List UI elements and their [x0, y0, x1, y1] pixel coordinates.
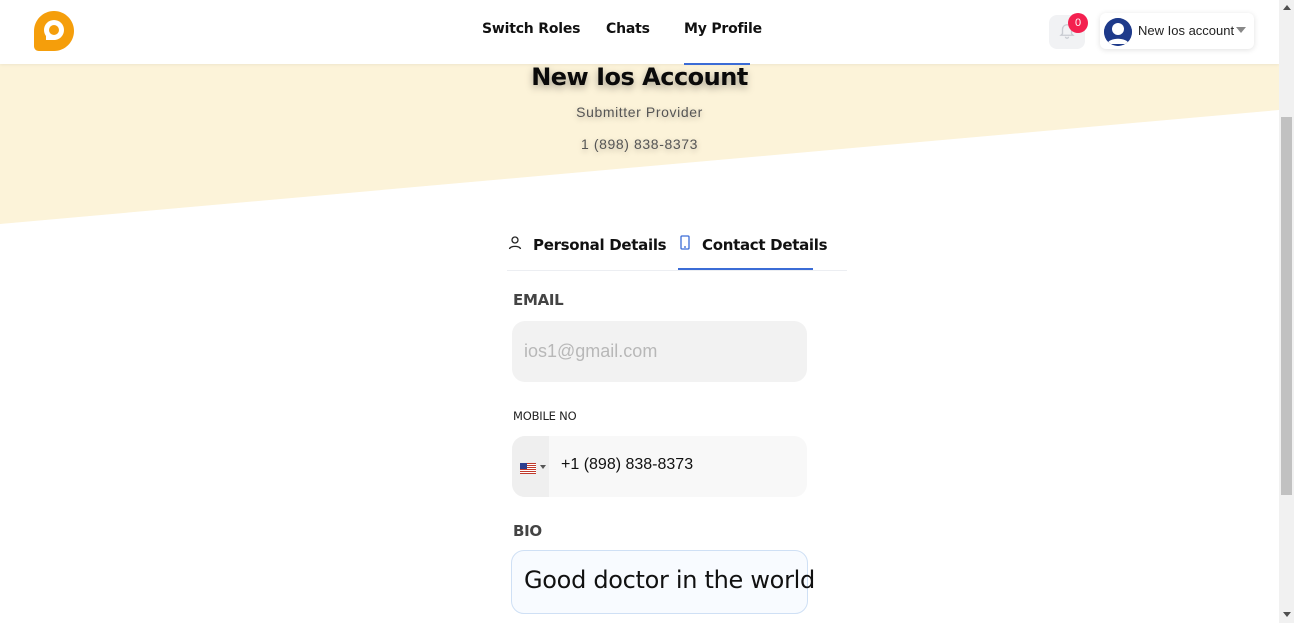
vertical-scrollbar[interactable] — [1279, 0, 1294, 623]
mobile-phone-icon — [678, 235, 692, 256]
nav-switch-roles[interactable]: Switch Roles — [482, 21, 580, 37]
chevron-down-icon — [1236, 27, 1246, 33]
bio-field[interactable]: Good doctor in the world — [511, 550, 815, 614]
mobile-label: MOBILE NO — [513, 409, 577, 423]
nav-my-profile[interactable]: My Profile — [684, 21, 762, 37]
bio-label: BIO — [513, 522, 542, 540]
tab-personal-details[interactable]: Personal Details — [507, 235, 667, 270]
page: New Ios Account Submitter Provider 1 (89… — [0, 0, 1279, 623]
nav-chats[interactable]: Chats — [606, 21, 650, 37]
profile-role: Submitter Provider — [576, 104, 703, 120]
mobile-number-value[interactable]: +1 (898) 838-8373 — [561, 456, 693, 474]
scroll-up-arrow-icon[interactable] — [1283, 5, 1291, 10]
user-outline-icon — [507, 235, 523, 256]
top-navbar: Switch Roles Chats My Profile 0 New Ios … — [0, 0, 1279, 64]
user-avatar-icon — [1104, 18, 1132, 46]
notification-count-badge: 0 — [1068, 13, 1088, 33]
email-field[interactable] — [524, 321, 794, 382]
country-code-select[interactable] — [512, 436, 549, 497]
us-flag-icon — [520, 461, 536, 474]
mobile-field[interactable]: +1 (898) 838-8373 — [512, 436, 807, 497]
scrollbar-thumb[interactable] — [1281, 117, 1292, 495]
email-field-wrapper — [512, 321, 807, 382]
bio-value[interactable]: Good doctor in the world — [524, 566, 815, 594]
email-label: EMAIL — [513, 291, 564, 309]
caret-down-icon — [540, 465, 546, 469]
active-nav-indicator — [684, 63, 750, 65]
chat-bubble-logo-icon[interactable] — [33, 10, 75, 52]
profile-name: New Ios Account — [531, 63, 748, 91]
profile-phone: 1 (898) 838-8373 — [580, 136, 698, 152]
account-menu-button[interactable]: New Ios account — [1100, 13, 1254, 49]
account-name: New Ios account — [1138, 23, 1235, 38]
tab-contact-details[interactable]: Contact Details — [678, 235, 828, 270]
tab-personal-details-label: Personal Details — [533, 236, 667, 254]
tab-contact-details-label: Contact Details — [702, 236, 828, 254]
profile-tabs: Personal Details Contact Details — [507, 226, 847, 271]
scroll-down-arrow-icon[interactable] — [1283, 612, 1291, 617]
